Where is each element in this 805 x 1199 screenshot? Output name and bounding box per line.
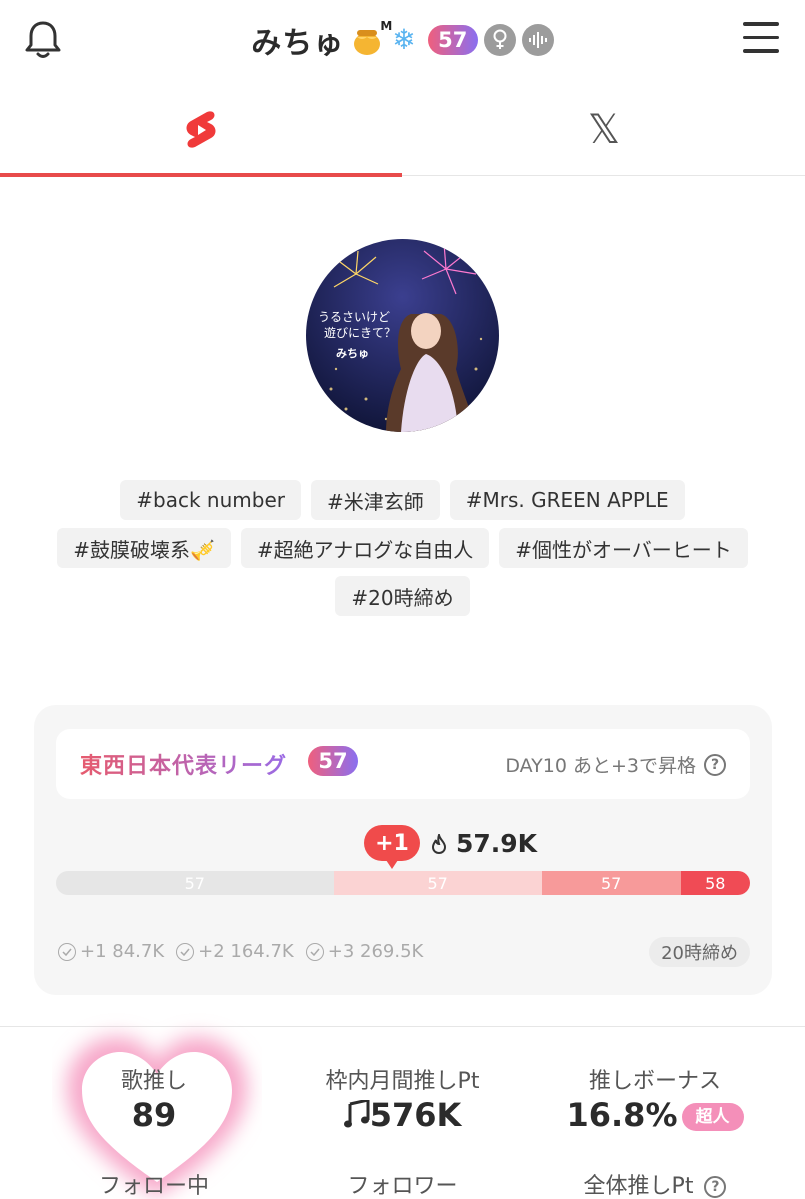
tag-row: #back number #米津玄師 #Mrs. GREEN APPLE xyxy=(0,480,805,520)
bar-segment: 58 xyxy=(680,871,750,895)
bar-segment: 57 xyxy=(56,871,334,895)
username: みちゅ xyxy=(251,26,345,61)
stat-label-following[interactable]: フォロー中 xyxy=(54,1168,254,1199)
rank-change-pin: +1 xyxy=(364,825,420,869)
tag[interactable]: #20時締め xyxy=(335,576,470,616)
stat-label-sing-oshi: 歌推し xyxy=(120,1069,187,1094)
league-card: 東西日本代表リーグ 57 DAY10 あと+3で昇格 ? +1 57.9K 57… xyxy=(34,705,772,995)
check-circle-icon xyxy=(176,942,195,961)
avatar-name: みちゅ xyxy=(336,347,369,360)
avatar-text-line2: 遊びにきて？ xyxy=(324,325,396,340)
milestone-text: +2 164.7K xyxy=(198,941,294,962)
level-badge: 57 xyxy=(427,25,478,55)
honey-pot-icon: M xyxy=(352,19,392,57)
bar-segment: 57 xyxy=(333,871,542,895)
profile-title-row: みちゅ M ❄ 57 xyxy=(0,19,805,61)
check-circle-icon xyxy=(305,942,324,961)
tag[interactable]: #個性がオーバーヒート xyxy=(499,528,748,568)
tab-x[interactable]: 𝕏 xyxy=(403,84,805,176)
tag[interactable]: #超絶アナログな自由人 xyxy=(240,528,490,568)
tag-row: #20時締め xyxy=(0,576,805,616)
bar-segment: 57 xyxy=(541,871,681,895)
stat-value-bonus: 16.8% 超人 xyxy=(545,1096,765,1134)
deadline-badge: 20時締め xyxy=(649,937,750,967)
voice-wave-icon xyxy=(521,24,554,56)
tab-bar: 𝕏 xyxy=(0,84,805,177)
milestone: +2 164.7K xyxy=(176,941,294,962)
stat-label-total-pt: 全体推しPt ? xyxy=(545,1168,765,1199)
score-value: 57.9K xyxy=(456,829,538,858)
stat-label-followers[interactable]: フォロワー xyxy=(300,1168,505,1199)
monthly-pt-value: 576K xyxy=(369,1096,462,1134)
shorts-icon xyxy=(186,111,216,148)
help-icon[interactable]: ? xyxy=(704,1176,727,1198)
avatar-text-line1: うるさいけど xyxy=(318,310,390,324)
tag[interactable]: #back number xyxy=(120,480,301,520)
milestone-text: +3 269.5K xyxy=(327,941,424,962)
stat-value-monthly-pt: 576K xyxy=(300,1096,505,1134)
league-status-text: DAY10 あと+3で昇格 xyxy=(505,755,696,777)
league-score: 57.9K xyxy=(430,829,537,858)
x-logo-icon: 𝕏 xyxy=(587,107,621,153)
snowflake-icon: ❄ xyxy=(392,23,416,56)
tag[interactable]: #米津玄師 xyxy=(310,480,440,520)
help-icon[interactable]: ? xyxy=(704,753,726,776)
tag-row: #鼓膜破壊系🎺 #超絶アナログな自由人 #個性がオーバーヒート xyxy=(0,528,805,568)
female-icon xyxy=(483,24,516,56)
milestone: +1 84.7K xyxy=(58,941,164,962)
league-title: 東西日本代表リーグ xyxy=(80,748,287,780)
league-level-badge: 57 xyxy=(308,746,358,776)
stat-label-monthly-pt: 枠内月間推しPt xyxy=(325,1069,480,1094)
music-note-icon xyxy=(343,1098,370,1128)
tag[interactable]: #鼓膜破壊系🎺 xyxy=(57,528,231,568)
milestone: +3 269.5K xyxy=(305,941,424,962)
tab-shorts[interactable] xyxy=(0,84,402,177)
stat-label-bonus: 推しボーナス xyxy=(588,1069,721,1094)
tag-list: #back number #米津玄師 #Mrs. GREEN APPLE #鼓膜… xyxy=(0,480,805,624)
check-circle-icon xyxy=(58,942,76,961)
league-header[interactable]: 東西日本代表リーグ 57 DAY10 あと+3で昇格 ? xyxy=(56,729,750,799)
tag[interactable]: #Mrs. GREEN APPLE xyxy=(449,480,685,520)
milestone-list: +1 84.7K +2 164.7K +3 269.5K xyxy=(58,941,423,962)
active-tab-indicator xyxy=(0,173,402,177)
flame-icon xyxy=(431,833,447,854)
stat-value-sing-oshi: 89 xyxy=(131,1096,177,1134)
total-pt-label: 全体推しPt xyxy=(583,1174,694,1199)
milestone-text: +1 84.7K xyxy=(80,941,165,962)
menu-icon[interactable] xyxy=(743,22,779,54)
league-status: DAY10 あと+3で昇格 ? xyxy=(505,751,726,778)
honey-mark: M xyxy=(380,19,393,33)
avatar[interactable]: うるさいけど 遊びにきて？ みちゅ xyxy=(306,239,499,432)
rank-badge: 超人 xyxy=(681,1103,744,1131)
bonus-value: 16.8% xyxy=(566,1096,678,1134)
header: みちゅ M ❄ 57 xyxy=(0,0,805,84)
league-progress-bar: 57 57 57 58 xyxy=(56,871,750,895)
